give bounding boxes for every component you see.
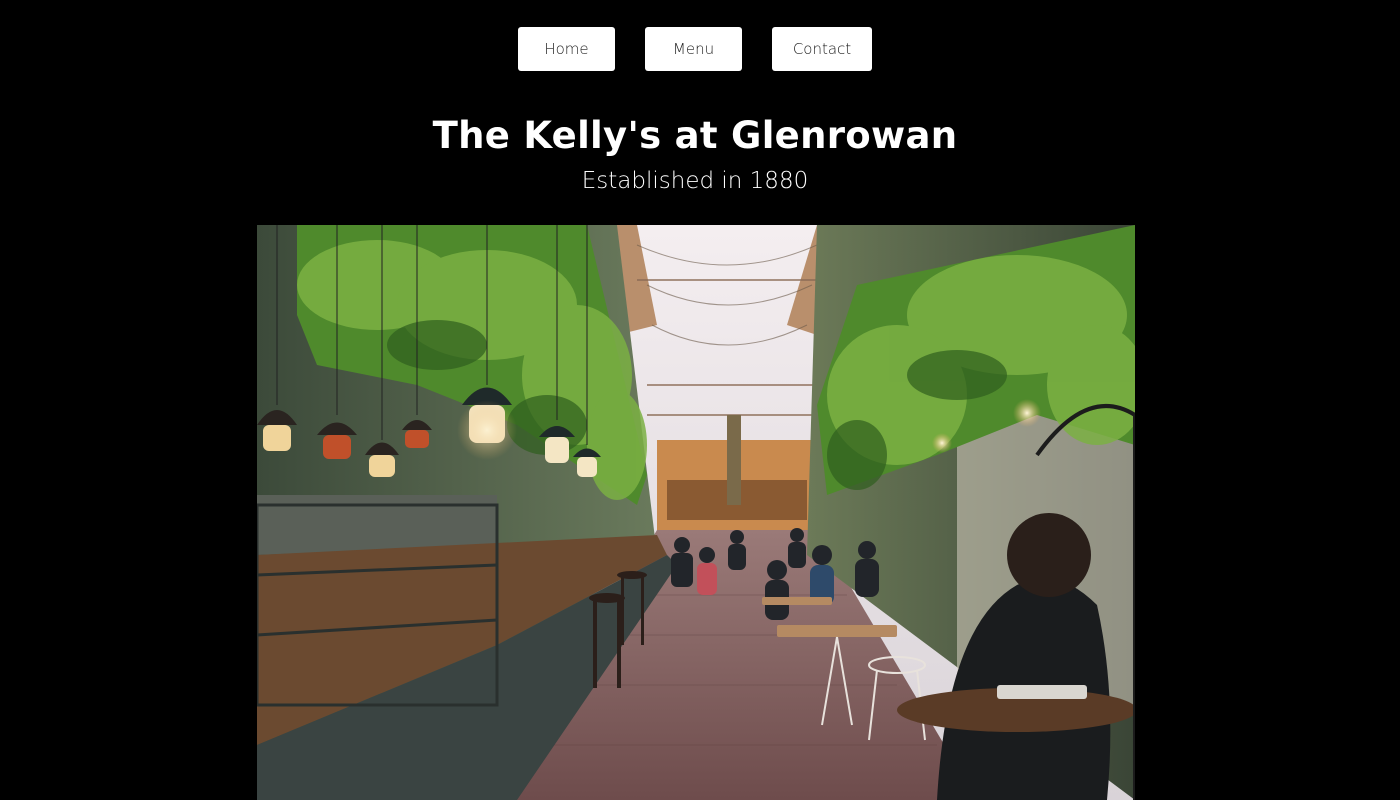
menu-button[interactable]: Menu — [645, 27, 742, 71]
hero-image — [257, 225, 1135, 800]
page-title: The Kelly's at Glenrowan — [432, 114, 958, 157]
contact-button[interactable]: Contact — [772, 27, 872, 71]
home-button[interactable]: Home — [518, 27, 615, 71]
top-navigation: Home Menu Contact — [0, 27, 1400, 71]
page-subtitle: Established in 1880 — [581, 168, 809, 194]
